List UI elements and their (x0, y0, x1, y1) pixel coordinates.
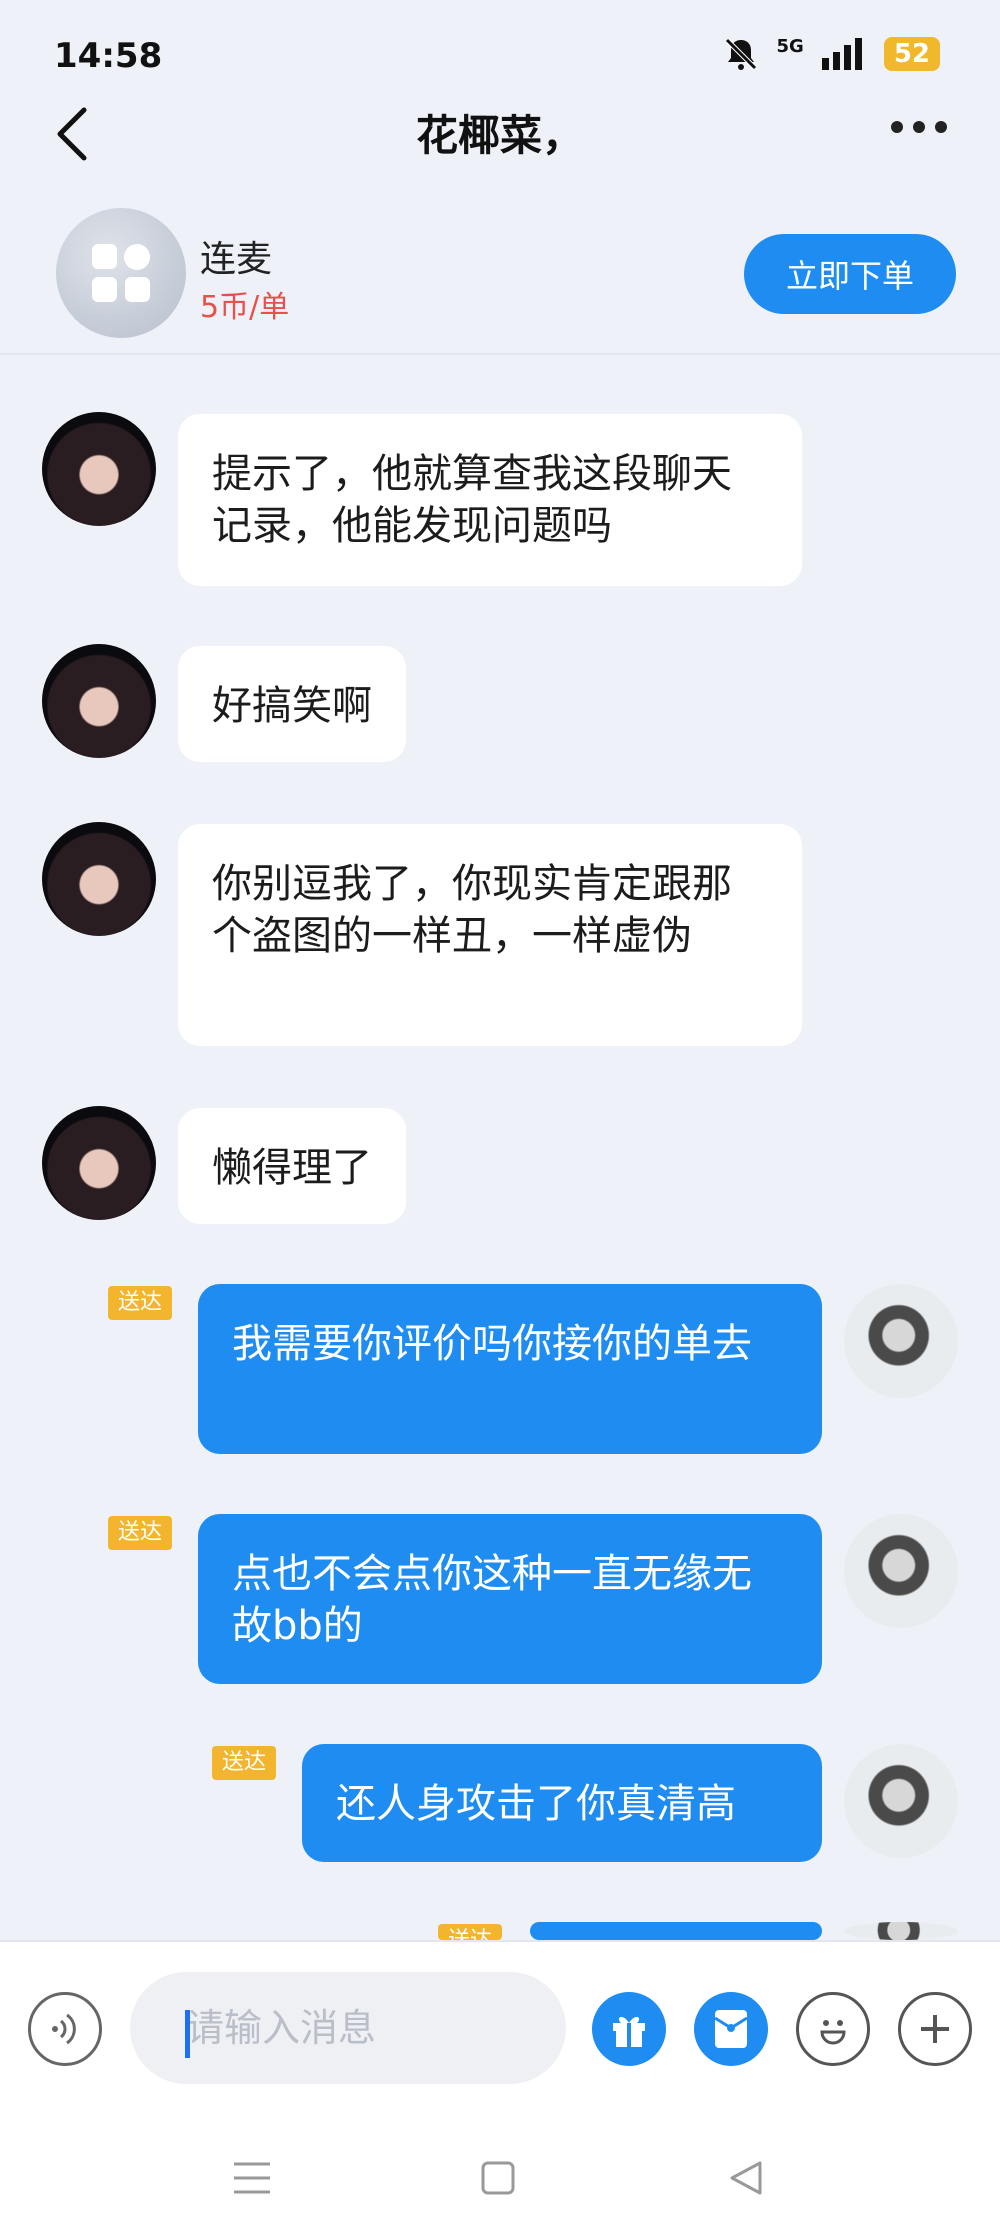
message-bubble[interactable] (530, 1922, 822, 1940)
gift-icon (613, 2016, 645, 2047)
more-button[interactable] (884, 112, 954, 142)
input-bar (0, 1940, 1000, 2120)
contact-avatar[interactable] (42, 822, 156, 936)
home-nav-button[interactable] (468, 2148, 528, 2208)
delivered-badge: 送达 (108, 1286, 173, 1320)
delivered-badge: 送达 (108, 1516, 173, 1550)
status-time: 14:58 (54, 36, 163, 76)
message-bubble[interactable]: 点也不会点你这种一直无缘无故bb的 (198, 1514, 822, 1684)
red-envelope-button[interactable] (694, 1992, 768, 2066)
message-bubble[interactable]: 懒得理了 (178, 1108, 406, 1224)
message-bubble[interactable]: 好搞笑啊 (178, 646, 406, 762)
back-nav-button[interactable] (716, 2148, 776, 2208)
emoji-icon (820, 2020, 846, 2045)
status-icons: 5G 52 (723, 36, 940, 72)
order-now-button[interactable]: 立即下单 (744, 234, 956, 314)
back-nav-icon (730, 2161, 762, 2195)
plus-icon (921, 2015, 949, 2043)
delivered-badge: 送达 (438, 1924, 503, 1940)
menu-nav-icon (234, 2162, 270, 2194)
more-icon (891, 121, 903, 133)
contact-avatar[interactable] (42, 1106, 156, 1220)
menu-nav-button[interactable] (222, 2148, 282, 2208)
self-avatar[interactable] (844, 1744, 958, 1858)
battery-indicator: 52 (883, 37, 940, 71)
service-price: 5币/单 (200, 290, 290, 325)
voice-button[interactable] (28, 1992, 102, 2066)
chat-header: 花椰菜， (0, 92, 1000, 182)
service-bar: 连麦 5币/单 立即下单 (0, 200, 1000, 355)
self-avatar[interactable] (844, 1514, 958, 1628)
emoji-button[interactable] (796, 1992, 870, 2066)
self-avatar[interactable] (844, 1284, 958, 1398)
apps-icon (92, 244, 150, 302)
message-input[interactable] (130, 1972, 566, 2084)
system-nav-bar (0, 2120, 1000, 2235)
red-envelope-icon (714, 2010, 748, 2048)
contact-avatar[interactable] (42, 644, 156, 758)
message-bubble[interactable]: 我需要你评价吗你接你的单去 (198, 1284, 822, 1454)
self-avatar[interactable] (844, 1922, 958, 1940)
delivered-badge: 送达 (212, 1746, 277, 1780)
chat-title: 花椰菜， (415, 111, 584, 160)
more-actions-button[interactable] (898, 1992, 972, 2066)
contact-avatar[interactable] (42, 412, 156, 526)
message-bubble[interactable]: 你别逗我了，你现实肯定跟那个盗图的一样丑，一样虚伪 (178, 824, 802, 1046)
message-bubble[interactable]: 提示了，他就算查我这段聊天记录，他能发现问题吗 (178, 414, 802, 586)
text-caret (185, 2010, 190, 2058)
gift-button[interactable] (592, 1992, 666, 2066)
network-label: 5G (776, 36, 804, 57)
signal-icon (821, 38, 862, 70)
service-avatar (56, 208, 186, 338)
service-name: 连麦 (200, 239, 273, 280)
voice-icon (52, 2013, 76, 2045)
home-nav-icon (481, 2161, 515, 2195)
message-bubble[interactable]: 还人身攻击了你真清高 (302, 1744, 822, 1862)
mute-bell-icon (724, 38, 757, 70)
